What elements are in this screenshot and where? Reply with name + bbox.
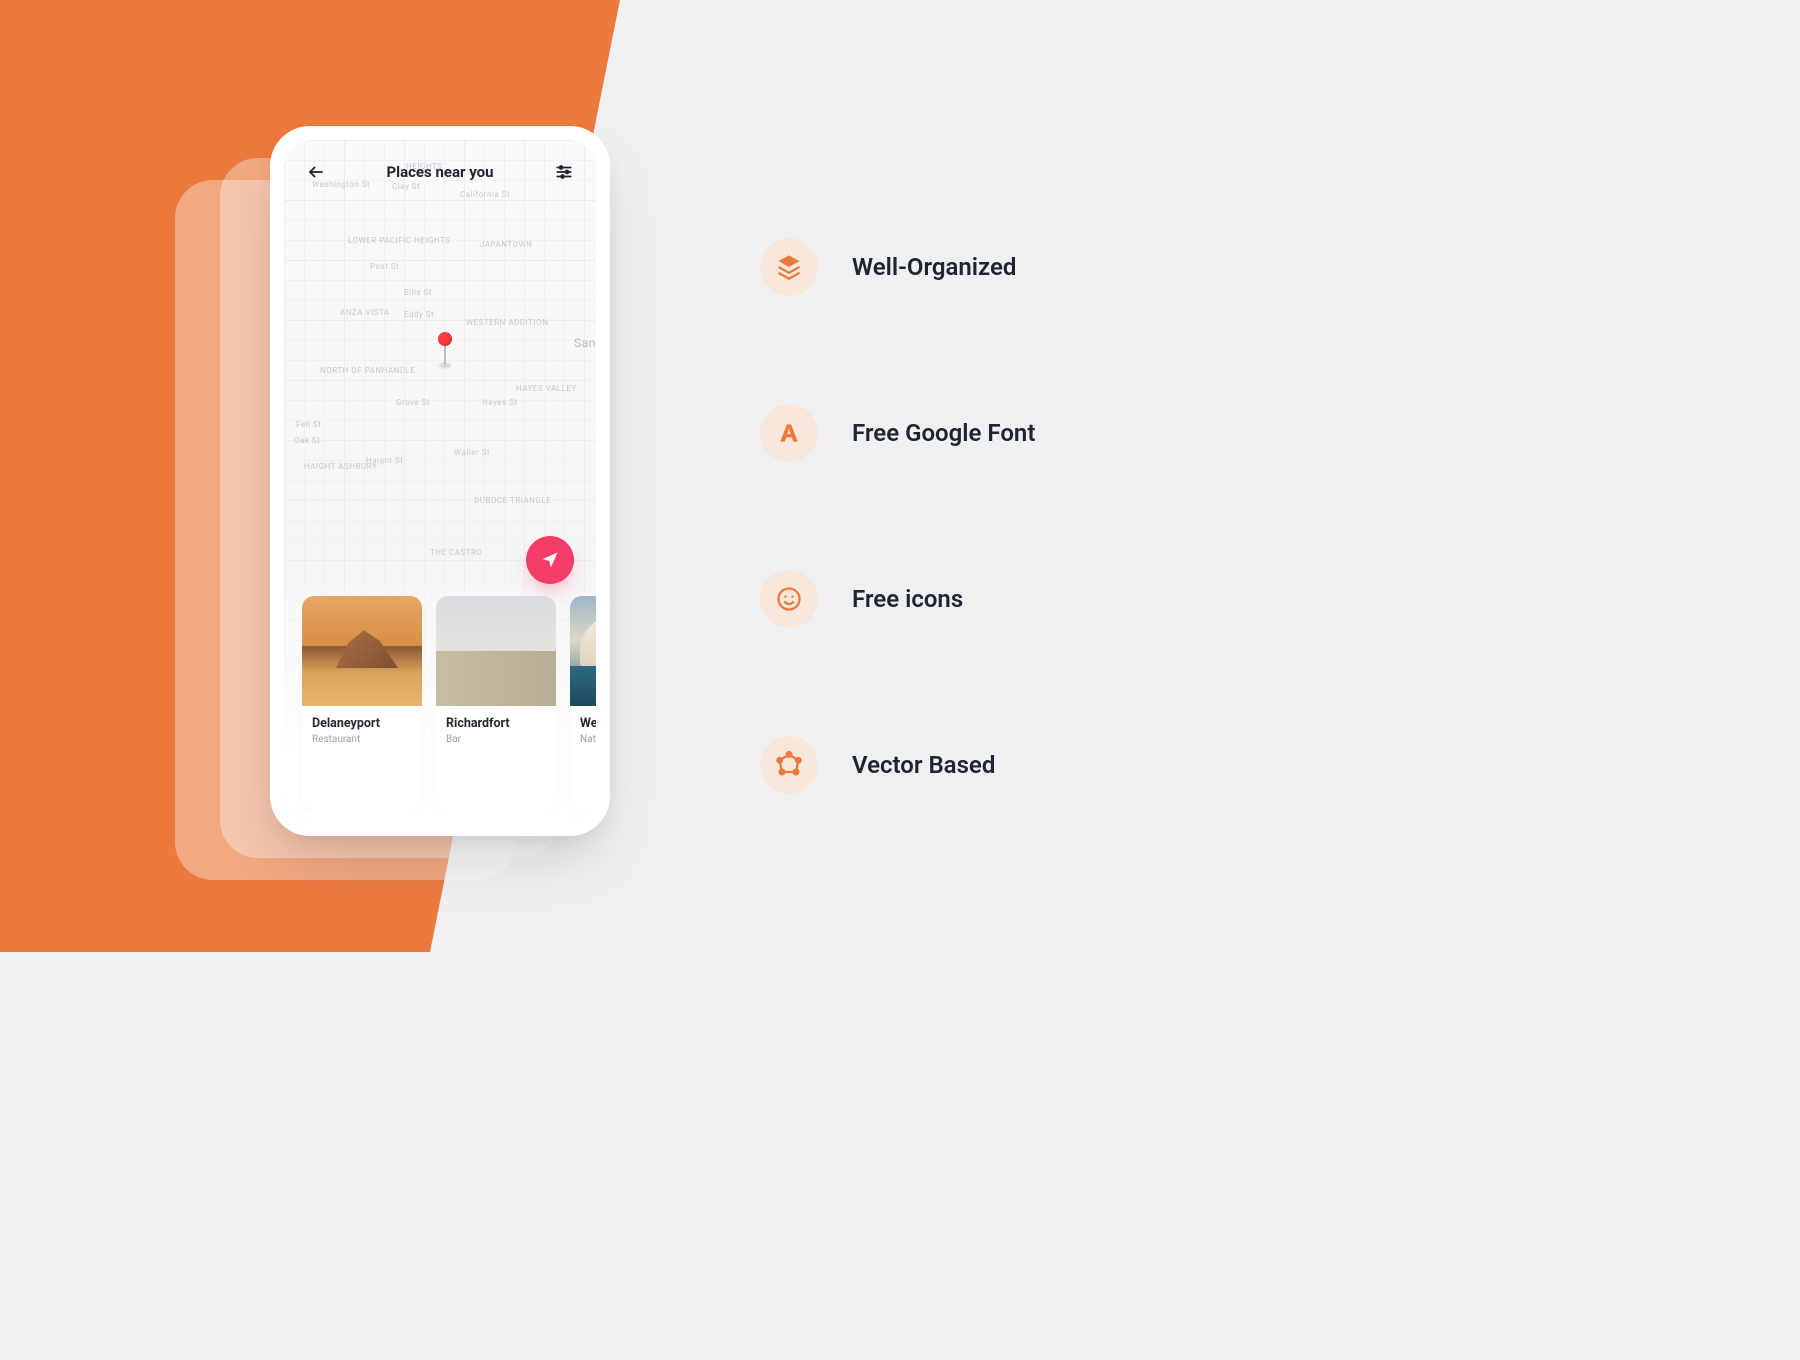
map-neighborhood-label: NORTH OF PANHANDLE [320, 366, 415, 375]
map-neighborhood-label: HAYES VALLEY [516, 384, 577, 393]
feature-item: Free icons [760, 570, 1035, 628]
place-thumbnail [570, 596, 596, 706]
map-street-label: Fell St [296, 420, 321, 429]
feature-item: Well-Organized [760, 238, 1035, 296]
map-neighborhood-label: DUBOCE TRIANGLE [474, 496, 551, 505]
map-street-label: Hayes St [482, 398, 517, 407]
phone-mockup: HEIGHTS LOWER PACIFIC HEIGHTS JAPANTOWN … [270, 126, 610, 836]
feature-item: Free Google Font [760, 404, 1035, 462]
map-city-label: San [574, 336, 596, 350]
feature-icon-wrap [760, 570, 818, 628]
map-street-label: Oak St [294, 436, 320, 445]
map-street-label: Grove St [396, 398, 430, 407]
map-street-label: Post St [370, 262, 399, 271]
feature-icon-wrap [760, 736, 818, 794]
navigation-arrow-icon [540, 550, 560, 570]
map-neighborhood-label: JAPANTOWN [480, 240, 532, 249]
place-card[interactable]: Richardfort Bar [436, 596, 556, 810]
locate-me-fab[interactable] [526, 536, 574, 584]
map-street-label: Waller St [454, 448, 490, 457]
place-card[interactable]: West Misa Natural Spot [570, 596, 596, 810]
feature-label: Vector Based [852, 751, 995, 779]
place-name: West Misa [580, 716, 596, 731]
place-category: Restaurant [312, 734, 412, 745]
feature-icon-wrap [760, 404, 818, 462]
back-button[interactable] [302, 158, 330, 186]
sliders-icon [555, 163, 573, 181]
place-category: Natural Spot [580, 734, 596, 745]
vector-icon [775, 751, 803, 779]
feature-icon-wrap [760, 238, 818, 296]
map-street-label: Eddy St [404, 310, 434, 319]
screen-title: Places near you [386, 163, 493, 181]
place-name: Delaneyport [312, 716, 412, 731]
phone-screen: HEIGHTS LOWER PACIFIC HEIGHTS JAPANTOWN … [284, 140, 596, 822]
screen-header: Places near you [284, 140, 596, 204]
feature-label: Free icons [852, 585, 963, 613]
map-neighborhood-label: THE CASTRO [430, 548, 482, 557]
place-name: Richardfort [446, 716, 546, 731]
places-carousel[interactable]: Delaneyport Restaurant Richardfort Bar W… [284, 596, 596, 810]
arrow-left-icon [307, 163, 325, 181]
map-street-label: Haight St [366, 456, 403, 465]
map-neighborhood-label: ANZA VISTA [340, 308, 390, 317]
filter-button[interactable] [550, 158, 578, 186]
feature-item: Vector Based [760, 736, 1035, 794]
place-thumbnail [436, 596, 556, 706]
map-neighborhood-label: LOWER PACIFIC HEIGHTS [348, 236, 450, 245]
features-list: Well-Organized Free Google Font Free ico… [760, 238, 1035, 794]
font-icon [776, 420, 802, 446]
place-thumbnail [302, 596, 422, 706]
map-neighborhood-label: WESTERN ADDITION [466, 318, 548, 327]
place-category: Bar [446, 734, 546, 745]
map-street-label: Ellis St [404, 288, 432, 297]
place-card[interactable]: Delaneyport Restaurant [302, 596, 422, 810]
map-pin-icon [436, 332, 454, 364]
feature-label: Well-Organized [852, 253, 1016, 281]
smile-icon [775, 585, 803, 613]
layers-icon [775, 253, 803, 281]
feature-label: Free Google Font [852, 419, 1035, 447]
